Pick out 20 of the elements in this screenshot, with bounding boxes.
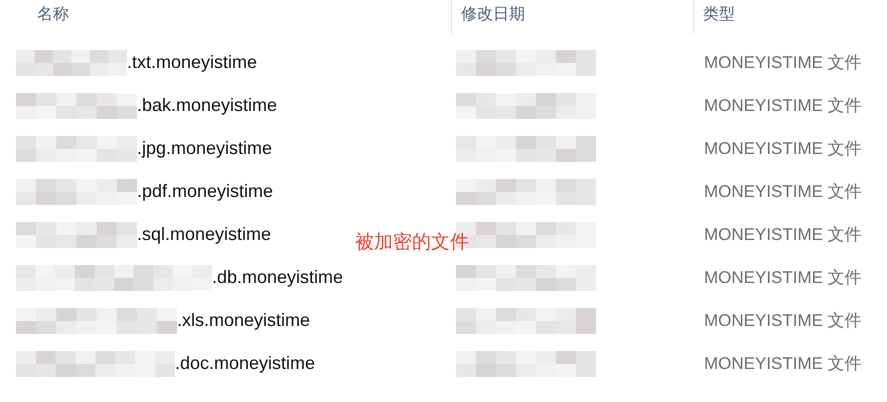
file-name[interactable]: .bak.moneyistime (137, 95, 278, 116)
annotation-label: 被加密的文件 (355, 230, 469, 255)
file-name[interactable]: .doc.moneyistime (175, 353, 316, 374)
file-name[interactable]: .jpg.moneyistime (137, 138, 272, 159)
file-name[interactable]: .pdf.moneyistime (137, 181, 274, 202)
file-type: MONEYISTIME 文件 (704, 267, 862, 289)
column-header[interactable]: 修改日期 (461, 4, 525, 24)
file-type: MONEYISTIME 文件 (704, 224, 862, 246)
column-header[interactable]: 名称 (37, 4, 69, 24)
file-name[interactable]: .db.moneyistime (212, 267, 344, 288)
file-type: MONEYISTIME 文件 (704, 310, 862, 332)
file-name[interactable]: .txt.moneyistime (127, 52, 258, 73)
file-type: MONEYISTIME 文件 (704, 52, 862, 74)
file-name[interactable]: .xls.moneyistime (177, 310, 310, 331)
file-type: MONEYISTIME 文件 (704, 181, 862, 203)
file-name[interactable]: .sql.moneyistime (137, 224, 272, 245)
column-header[interactable]: 类型 (703, 4, 735, 24)
file-type: MONEYISTIME 文件 (704, 95, 862, 117)
file-type: MONEYISTIME 文件 (704, 353, 862, 375)
file-type: MONEYISTIME 文件 (704, 138, 862, 160)
